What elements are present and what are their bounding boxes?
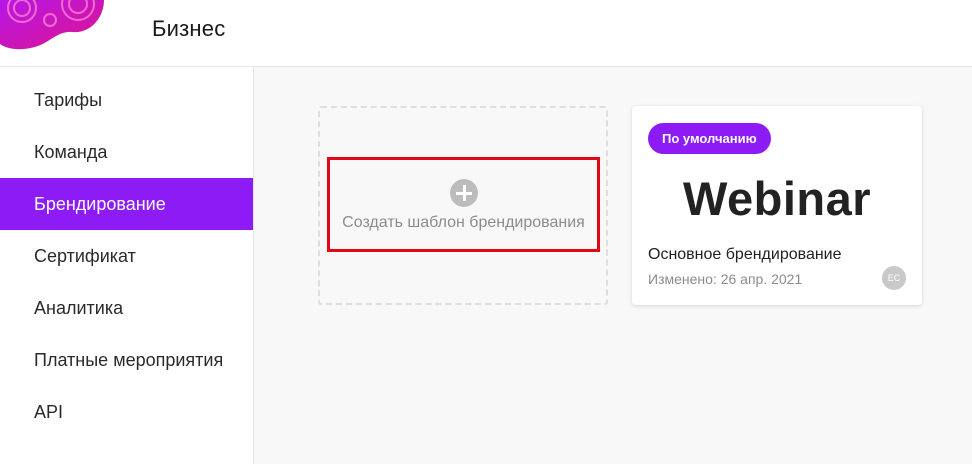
plus-circle-icon[interactable]	[450, 179, 478, 207]
sidebar-item-certificate[interactable]: Сертификат	[0, 230, 253, 282]
sidebar-item-api[interactable]: API	[0, 386, 253, 438]
template-name: Основное брендирование	[648, 246, 842, 263]
template-modified-date: Изменено: 26 апр. 2021	[648, 271, 803, 287]
app-title: Бизнес	[152, 16, 226, 41]
default-badge: По умолчанию	[648, 123, 771, 154]
branding-template-card[interactable]: По умолчанию Webinar Основное брендирова…	[632, 106, 922, 305]
top-header: Бизнес	[0, 0, 972, 67]
sidebar-item-paid-events[interactable]: Платные мероприятия	[0, 334, 253, 386]
sidebar-item-analytics[interactable]: Аналитика	[0, 282, 253, 334]
sidebar-item-branding[interactable]: Брендирование	[0, 178, 253, 230]
template-logo-preview: Webinar	[682, 172, 872, 225]
sidebar: Тарифы Команда Брендирование Сертификат …	[0, 67, 254, 464]
sidebar-item-tariffs[interactable]: Тарифы	[0, 74, 253, 126]
create-template-label[interactable]: Создать шаблон брендирования	[332, 214, 595, 232]
author-avatar: EC	[882, 266, 906, 290]
sidebar-item-team[interactable]: Команда	[0, 126, 253, 178]
main-content: Создать шаблон брендирования По умолчани…	[254, 67, 972, 464]
brand-logo-icon[interactable]	[0, 0, 110, 54]
